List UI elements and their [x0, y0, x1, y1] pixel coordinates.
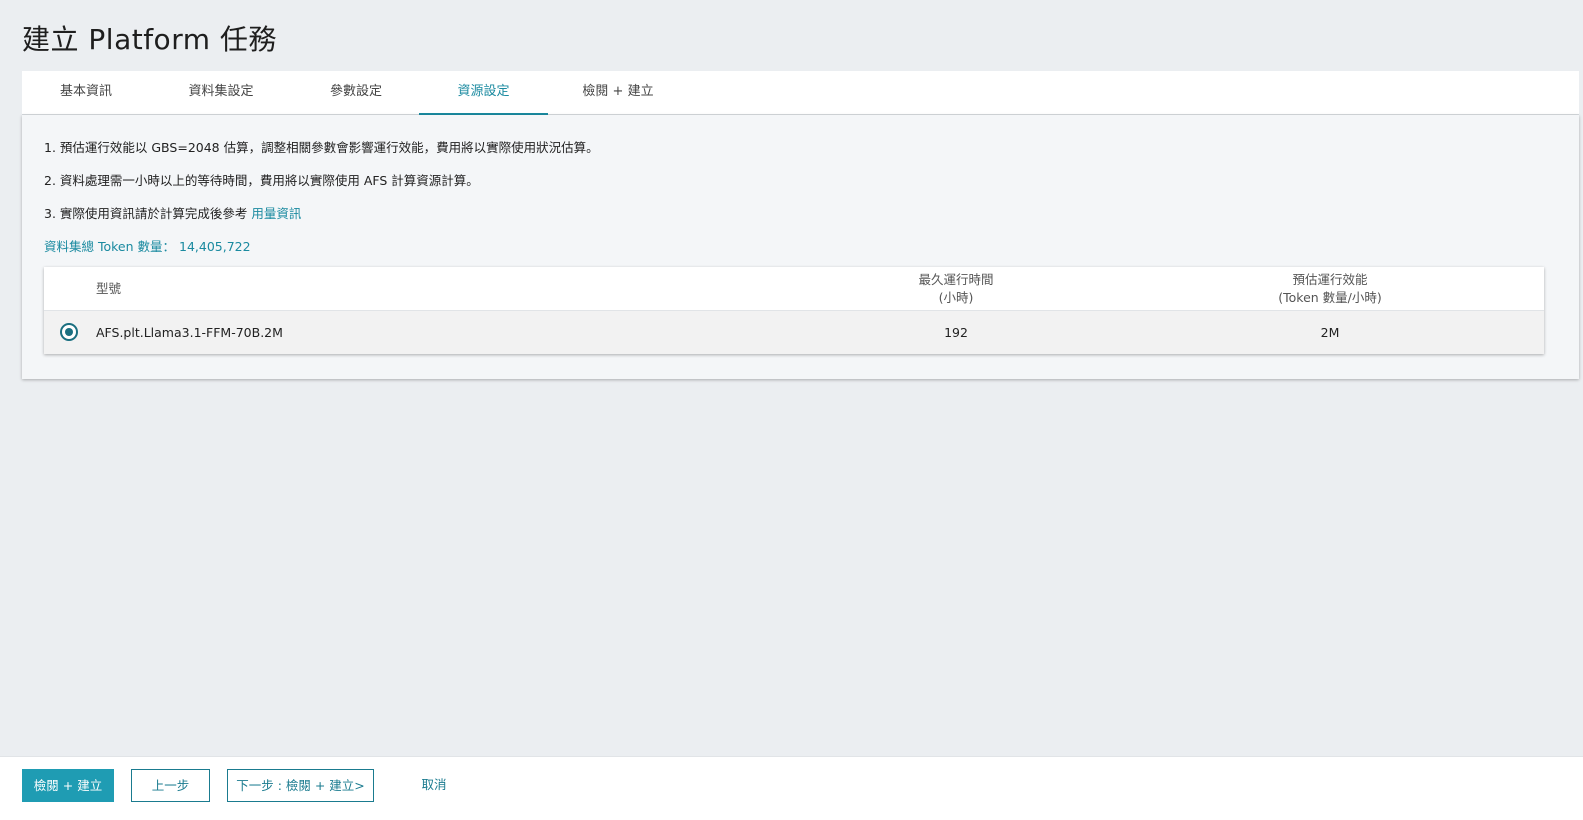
resource-settings-panel: 1. 預估運行效能以 GBS=2048 估算，調整相關參數會影響運行效能，費用將… — [22, 115, 1579, 379]
header-max-runtime: 最久運行時間 (小時) — [856, 271, 1056, 307]
tab-bar: 基本資訊 資料集設定 參數設定 資源設定 檢閱 + 建立 — [22, 71, 1579, 115]
note-2: 2. 資料處理需一小時以上的等待時間，費用將以實際使用 AFS 計算資源計算。 — [44, 173, 479, 188]
header-performance: 預估運行效能 (Token 數量/小時) — [1230, 271, 1430, 307]
footer-action-bar: 檢閱 + 建立 上一步 下一步 : 檢閱 + 建立> 取消 — [0, 756, 1583, 820]
header-max-runtime-label: 最久運行時間 — [918, 272, 994, 287]
dataset-token-count: 資料集總 Token 數量： 14,405,722 — [44, 236, 251, 255]
next-step-button[interactable]: 下一步 : 檢閱 + 建立> — [227, 769, 374, 802]
tab-basic-info[interactable]: 基本資訊 — [22, 71, 150, 115]
note-3: 3. 實際使用資訊請於計算完成後參考 用量資訊 — [44, 203, 301, 222]
header-performance-unit: (Token 數量/小時) — [1278, 290, 1382, 305]
previous-step-button[interactable]: 上一步 — [131, 769, 210, 802]
page-title: 建立 Platform 任務 — [22, 23, 277, 56]
row-performance: 2M — [1320, 325, 1340, 340]
tab-review-create[interactable]: 檢閱 + 建立 — [554, 71, 682, 115]
tab-parameter-settings[interactable]: 參數設定 — [292, 71, 420, 115]
header-max-runtime-unit: (小時) — [938, 290, 974, 305]
usage-info-link[interactable]: 用量資訊 — [251, 206, 301, 221]
row-max-runtime: 192 — [944, 325, 968, 340]
cancel-button[interactable]: 取消 — [404, 769, 464, 802]
header-performance-label: 預估運行效能 — [1292, 272, 1368, 287]
table-header: 型號 最久運行時間 (小時) 預估運行效能 (Token 數量/小時) — [44, 267, 1544, 311]
note-1: 1. 預估運行效能以 GBS=2048 估算，調整相關參數會影響運行效能，費用將… — [44, 140, 599, 155]
model-radio-selected[interactable] — [60, 323, 78, 341]
note-3-text: 3. 實際使用資訊請於計算完成後參考 — [44, 206, 252, 221]
tab-dataset-settings[interactable]: 資料集設定 — [156, 71, 286, 115]
header-model: 型號 — [96, 281, 122, 296]
row-model-name: AFS.plt.Llama3.1-FFM-70B.2M — [96, 325, 283, 340]
review-create-button[interactable]: 檢閱 + 建立 — [22, 769, 114, 802]
tab-resource-settings[interactable]: 資源設定 — [419, 71, 548, 115]
token-count-value: 14,405,722 — [179, 239, 251, 254]
table-row[interactable]: AFS.plt.Llama3.1-FFM-70B.2M 192 2M — [44, 311, 1544, 354]
model-table: 型號 最久運行時間 (小時) 預估運行效能 (Token 數量/小時) AFS.… — [44, 267, 1544, 354]
token-count-label: 資料集總 Token 數量： — [44, 239, 176, 254]
